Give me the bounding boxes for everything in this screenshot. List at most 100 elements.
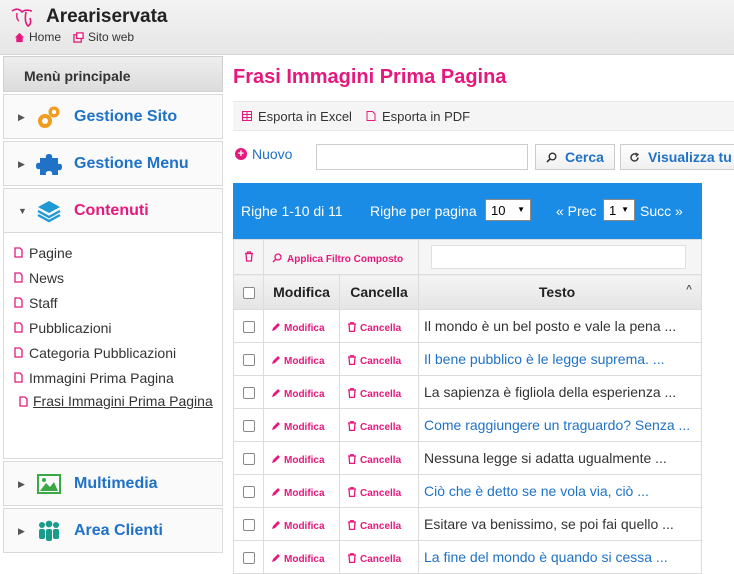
edit-row-label: Modifica bbox=[284, 422, 325, 433]
home-icon bbox=[14, 32, 25, 42]
apply-filter-button[interactable]: Applica Filtro Composto bbox=[264, 253, 404, 265]
chevron-down-icon: ▼ bbox=[18, 206, 27, 216]
rows-per-page-value: 10 bbox=[491, 202, 506, 218]
edit-row-button[interactable]: Modifica bbox=[264, 554, 325, 565]
edit-row-button[interactable]: Modifica bbox=[264, 422, 325, 433]
submenu-item-frasi-immagini-prima-pagina[interactable]: Frasi Immagini Prima Pagina bbox=[14, 392, 222, 411]
export-pdf-button[interactable]: Esporta in PDF bbox=[366, 109, 470, 124]
edit-row-label: Modifica bbox=[284, 389, 325, 400]
pencil-icon bbox=[272, 422, 280, 430]
delete-cell: Cancella bbox=[339, 441, 419, 475]
edit-row-button[interactable]: Modifica bbox=[264, 488, 325, 499]
row-select-cell bbox=[233, 408, 264, 442]
search-button[interactable]: Cerca bbox=[535, 144, 615, 170]
text-cell[interactable]: Il bene pubblico è le legge suprema. ... bbox=[418, 342, 702, 376]
export-excel-button[interactable]: Esporta in Excel bbox=[242, 109, 352, 124]
row-select-cell bbox=[233, 375, 264, 409]
delete-row-button[interactable]: Cancella bbox=[340, 553, 401, 565]
data-table: Applica Filtro Composto Modifica Cancell… bbox=[233, 239, 702, 574]
pencil-icon bbox=[272, 323, 280, 331]
delete-row-label: Cancella bbox=[360, 356, 402, 367]
edit-row-button[interactable]: Modifica bbox=[264, 455, 325, 466]
row-checkbox[interactable] bbox=[242, 552, 255, 565]
search-input[interactable] bbox=[316, 144, 528, 170]
apply-filter-cell: Applica Filtro Composto bbox=[263, 239, 419, 275]
delete-cell: Cancella bbox=[339, 309, 419, 343]
delete-cell: Cancella bbox=[339, 507, 419, 541]
row-checkbox[interactable] bbox=[242, 519, 255, 532]
text-filter-input[interactable] bbox=[431, 245, 686, 269]
pencil-icon bbox=[272, 356, 280, 364]
delete-row-button[interactable]: Cancella bbox=[340, 355, 402, 367]
chevron-right-icon: ▶ bbox=[18, 112, 25, 122]
submenu-item-pubblicazioni[interactable]: Pubblicazioni bbox=[14, 320, 222, 345]
document-icon bbox=[14, 247, 23, 258]
edit-cell: Modifica bbox=[263, 474, 340, 508]
row-select-cell bbox=[233, 507, 264, 541]
edit-row-label: Modifica bbox=[284, 488, 325, 499]
sidebar-section-gestione-menu[interactable]: ▶ Gestione Menu bbox=[3, 141, 223, 186]
delete-row-button[interactable]: Cancella bbox=[340, 487, 401, 499]
submenu-item-label: Frasi Immagini Prima Pagina bbox=[33, 393, 213, 409]
chevron-right-icon: ▶ bbox=[18, 479, 25, 489]
table-row: Modifica Cancella Come raggiungere un trag… bbox=[233, 408, 702, 442]
select-all-checkbox[interactable] bbox=[242, 287, 255, 300]
apply-filter-label: Applica Filtro Composto bbox=[287, 254, 404, 265]
text-cell: Il mondo è un bel posto e vale la pena .… bbox=[418, 309, 702, 343]
edit-row-button[interactable]: Modifica bbox=[264, 521, 325, 532]
pencil-icon bbox=[272, 521, 280, 529]
row-checkbox[interactable] bbox=[242, 453, 255, 466]
row-checkbox[interactable] bbox=[242, 420, 255, 433]
submenu-item-label: News bbox=[29, 270, 65, 286]
delete-row-label: Cancella bbox=[360, 389, 402, 400]
plus-icon: + bbox=[235, 148, 247, 160]
text-cell[interactable]: Come raggiungere un traguardo? Senza ... bbox=[418, 408, 702, 442]
row-checkbox[interactable] bbox=[242, 354, 255, 367]
text-cell[interactable]: La fine del mondo è quando si cessa ... bbox=[418, 540, 702, 574]
submenu-item-label: Pubblicazioni bbox=[29, 320, 112, 336]
delete-row-button[interactable]: Cancella bbox=[340, 520, 401, 532]
clear-filter-cell[interactable] bbox=[233, 239, 264, 275]
page-value: 1 bbox=[609, 202, 617, 218]
column-header-label: Testo bbox=[538, 284, 576, 300]
website-link[interactable]: Sito web bbox=[73, 30, 134, 44]
sidebar-section-multimedia[interactable]: ▶ Multimedia bbox=[3, 461, 223, 506]
sidebar-section-contenuti[interactable]: ▼ Contenuti bbox=[3, 188, 223, 233]
text-cell[interactable]: Ciò che è detto se ne vola via, ciò ... bbox=[418, 474, 702, 508]
delete-row-button[interactable]: Cancella bbox=[340, 421, 401, 433]
row-checkbox[interactable] bbox=[242, 321, 255, 334]
view-all-button[interactable]: Visualizza tu bbox=[620, 144, 734, 170]
new-item-button[interactable]: + Nuovo bbox=[235, 146, 292, 162]
edit-cell: Modifica bbox=[263, 441, 340, 475]
page-select[interactable]: 1 ▼ bbox=[603, 199, 635, 221]
home-link[interactable]: Home bbox=[14, 30, 61, 44]
edit-row-button[interactable]: Modifica bbox=[264, 356, 325, 367]
row-text: La sapienza è figliola della esperienza … bbox=[424, 384, 677, 400]
edit-row-label: Modifica bbox=[284, 455, 325, 466]
rows-per-page-select[interactable]: 10 ▼ bbox=[485, 199, 531, 221]
next-page-link[interactable]: Succ » bbox=[640, 203, 683, 219]
trash-icon bbox=[348, 520, 356, 531]
column-header-testo[interactable]: Testo ^ bbox=[418, 274, 702, 310]
delete-row-label: Cancella bbox=[360, 455, 402, 466]
sidebar-section-area-clienti[interactable]: ▶ Area Clienti bbox=[3, 508, 223, 553]
prev-page-link[interactable]: « Prec bbox=[556, 203, 596, 219]
delete-cell: Cancella bbox=[339, 342, 419, 376]
submenu-item-pagine[interactable]: Pagine bbox=[14, 245, 222, 270]
row-checkbox[interactable] bbox=[242, 387, 255, 400]
row-checkbox[interactable] bbox=[242, 486, 255, 499]
edit-row-button[interactable]: Modifica bbox=[264, 323, 325, 334]
submenu-item-categoria-pubblicazioni[interactable]: Categoria Pubblicazioni bbox=[14, 345, 222, 370]
submenu-item-staff[interactable]: Staff bbox=[14, 295, 222, 320]
row-text: Come raggiungere un traguardo? Senza ... bbox=[424, 417, 691, 433]
pencil-icon bbox=[272, 389, 280, 397]
sidebar-section-gestione-sito[interactable]: ▶ Gestione Sito bbox=[3, 94, 223, 139]
submenu-item-news[interactable]: News bbox=[14, 270, 222, 295]
edit-row-button[interactable]: Modifica bbox=[264, 389, 325, 400]
delete-row-button[interactable]: Cancella bbox=[340, 388, 402, 400]
delete-row-button[interactable]: Cancella bbox=[340, 454, 402, 466]
text-cell: La sapienza è figliola della esperienza … bbox=[418, 375, 702, 409]
delete-row-button[interactable]: Cancella bbox=[340, 322, 401, 334]
chevron-right-icon: ▶ bbox=[18, 526, 25, 536]
sort-asc-icon: ^ bbox=[686, 284, 692, 295]
